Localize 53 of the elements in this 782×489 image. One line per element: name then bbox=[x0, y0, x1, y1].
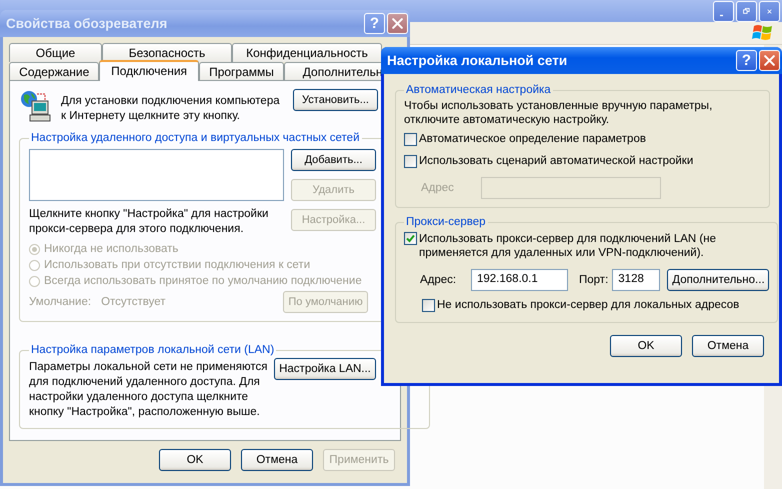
script-address-field[interactable] bbox=[481, 177, 661, 199]
tab[interactable]: Конфиденциальность bbox=[232, 43, 382, 62]
close-button[interactable] bbox=[759, 50, 780, 71]
address-label: Адрес: bbox=[420, 274, 458, 286]
network-computer-icon bbox=[19, 89, 53, 123]
dialog-button[interactable]: Отмена bbox=[692, 335, 764, 357]
checkbox-label: Использовать сценарий автоматической настройки bbox=[419, 155, 694, 167]
setup-text: Для установки подключения компьютера к Интернету щелкните эту кнопку. bbox=[61, 94, 281, 124]
tab[interactable]: Подключения bbox=[99, 60, 199, 81]
checkbox-label: Не использовать прокси-сервер для локальных адресов bbox=[437, 299, 740, 311]
tab[interactable]: Безопасность bbox=[102, 43, 232, 62]
tab[interactable]: Содержание bbox=[9, 62, 100, 81]
checkbox[interactable] bbox=[404, 133, 417, 146]
tab[interactable]: Общие bbox=[9, 43, 102, 62]
lan-text: Параметры локальной сети не применяются для подключений удаленного доступа. Для настройки удаленного доступа щелкните кнопку "Настройка", расположенную выше. bbox=[29, 360, 268, 420]
restore-button[interactable] bbox=[736, 0, 757, 22]
connections-list[interactable] bbox=[29, 149, 284, 201]
group-title: Автоматическая настройка bbox=[405, 84, 552, 96]
dialog-button[interactable]: Отмена bbox=[241, 449, 313, 471]
help-button[interactable]: ? bbox=[736, 50, 757, 71]
dialog-button[interactable]: OK bbox=[159, 449, 231, 471]
setup-button[interactable]: Установить... bbox=[293, 89, 378, 111]
default-value: Отсутствует bbox=[101, 296, 167, 308]
checkbox[interactable] bbox=[404, 155, 417, 168]
lan-settings-button[interactable]: Настройка LAN... bbox=[274, 358, 376, 380]
minimize-button[interactable] bbox=[713, 0, 734, 22]
checkbox[interactable] bbox=[404, 232, 417, 245]
radio-label: Использовать при отсутствии подключения к сети bbox=[44, 259, 310, 271]
checkbox-label: Использовать прокси-сервер для подключений LAN (не применяется для удаленных или VPN-подключений). bbox=[419, 232, 717, 260]
advanced-button[interactable]: Дополнительно... bbox=[667, 269, 770, 291]
minimize-icon bbox=[720, 14, 723, 16]
address-label: Адрес bbox=[421, 182, 455, 194]
group-title: Настройка удаленного доступа и виртуальных частных сетей bbox=[30, 132, 360, 144]
window-title: Свойства обозревателя bbox=[5, 16, 168, 31]
checkbox[interactable] bbox=[422, 299, 435, 312]
port-field[interactable]: 3128 bbox=[612, 269, 660, 291]
close-button[interactable] bbox=[387, 13, 408, 34]
default-label: Умолчание: bbox=[29, 296, 92, 308]
checkbox-label: Автоматическое определение параметров bbox=[419, 133, 646, 145]
auto-text: Чтобы использовать установленные вручную параметры, отключите автоматическую настройку. bbox=[404, 99, 714, 127]
proxy-address-field[interactable]: 192.168.0.1 bbox=[471, 269, 568, 291]
windows-flag-icon bbox=[752, 23, 774, 43]
dialog-button[interactable]: OK bbox=[610, 335, 682, 357]
tab[interactable]: Программы bbox=[198, 62, 284, 81]
dialup-button[interactable]: Добавить... bbox=[291, 149, 376, 171]
close-button[interactable] bbox=[759, 0, 780, 22]
group-title: Прокси-сервер bbox=[405, 216, 487, 228]
restore-icon bbox=[743, 5, 750, 17]
radio-label: Никогда не использовать bbox=[44, 243, 178, 255]
proxy-hint: Щелкните кнопку "Настройка" для настройки прокси-сервера для этого подключения. bbox=[29, 207, 270, 237]
port-label: Порт: bbox=[579, 274, 608, 286]
radio-label: Всегда использовать принятое по умолчанию подключение bbox=[44, 275, 362, 287]
group-title: Настройка параметров локальной сети (LAN) bbox=[30, 344, 276, 356]
